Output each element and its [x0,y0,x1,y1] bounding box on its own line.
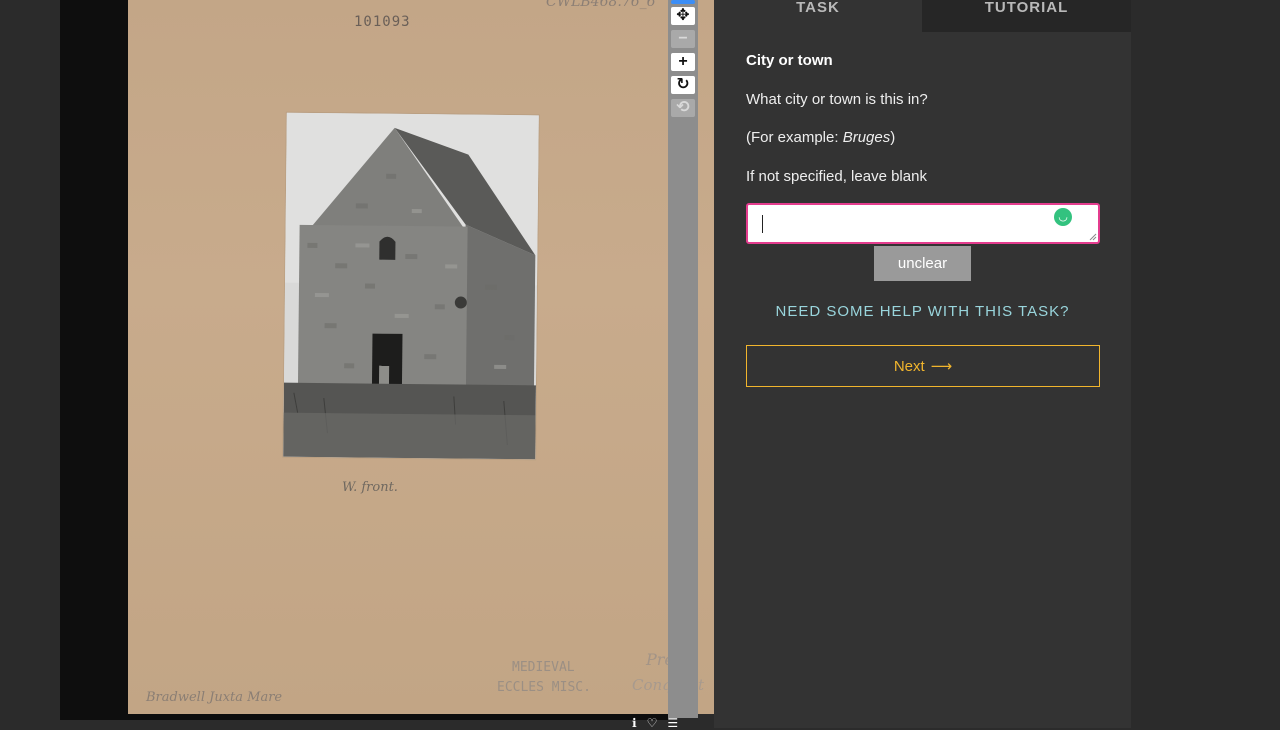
task-panel: TASK TUTORIAL City or town What city or … [714,0,1131,728]
tab-tutorial[interactable]: TUTORIAL [922,0,1131,32]
photo-caption: W. front. [342,480,398,495]
handwritten-place-name: Bradwell Juxta Mare [146,690,283,705]
arrow-right-icon: ⟶ [930,358,953,375]
next-label: Next [893,357,925,375]
zoom-out-icon: − [678,30,688,47]
zoom-out-button[interactable]: − [671,30,695,48]
reset-button[interactable]: ⟲ [671,99,695,117]
reset-icon: ⟲ [676,99,690,116]
text-caret [762,215,763,233]
tab-task[interactable]: TASK [714,0,922,32]
help-link[interactable]: NEED SOME HELP WITH THIS TASK? [714,303,1131,320]
resize-handle-icon[interactable] [1089,233,1097,241]
shelfmark-text: CWLB468.76_6 [546,0,656,10]
category-stamp-line-2: ECCLES MISC. [497,680,591,695]
next-button[interactable]: Next ⟶ [746,345,1100,387]
rotate-button[interactable]: ↻ [671,76,695,94]
question-text: What city or town is this in? [746,91,928,108]
subject-viewer[interactable]: CWLB468.76_6 101093 W. front. Bradwell J… [60,0,720,720]
toolbar-active-indicator [671,0,695,4]
viewer-toolbar: ✥ − + ↻ ⟲ [668,0,698,718]
favorite-icon[interactable]: ♡ [647,717,658,729]
example-suffix: ) [890,129,896,146]
unclear-button[interactable]: unclear [874,246,971,281]
church-photograph [283,112,539,460]
task-tabs: TASK TUTORIAL [714,0,1131,32]
question-example: (For example: Bruges) [746,129,895,146]
subject-card: CWLB468.76_6 101093 W. front. Bradwell J… [128,0,720,714]
example-prefix: (For example: [746,129,843,146]
question-hint: If not specified, leave blank [746,168,927,185]
city-text-input[interactable]: ◡ [746,203,1100,244]
zoom-in-button[interactable]: + [671,53,695,71]
pan-button[interactable]: ✥ [671,7,695,25]
collect-icon[interactable]: ☰ [667,717,678,729]
pan-icon: ✥ [676,7,690,24]
rotate-icon: ↻ [676,76,690,93]
info-icon[interactable]: ℹ [632,717,637,729]
accession-number: 101093 [354,14,411,30]
question-title: City or town [746,52,833,69]
zoom-in-icon: + [678,53,688,70]
example-value: Bruges [842,129,891,146]
category-stamp-line-1: MEDIEVAL [512,660,575,675]
subject-footer-icons: ℹ ♡ ☰ [632,717,702,729]
grammar-assistant-icon[interactable]: ◡ [1054,208,1072,226]
